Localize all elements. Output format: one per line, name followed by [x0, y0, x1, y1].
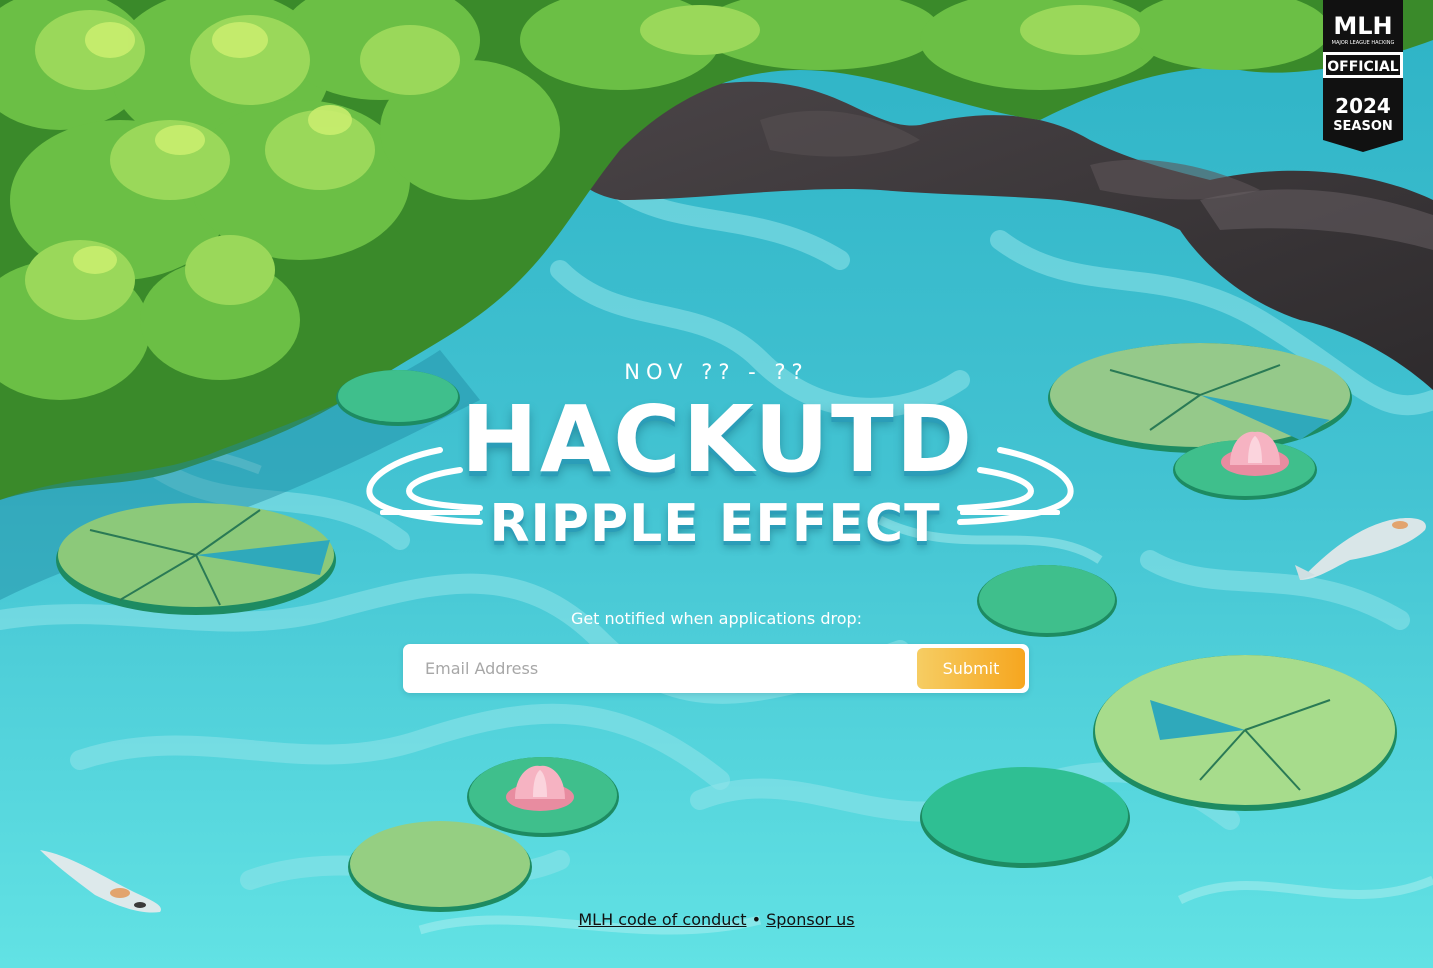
mlh-badge[interactable]: MLH MAJOR LEAGUE HACKING OFFICIAL 2024 S… — [1321, 0, 1405, 152]
mlh-year: 2024 — [1335, 94, 1391, 118]
mlh-tagline: MAJOR LEAGUE HACKING — [1332, 40, 1395, 46]
footer-separator: • — [751, 910, 762, 929]
signup-prompt: Get notified when applications drop: — [570, 609, 863, 628]
sponsor-link[interactable]: Sponsor us — [766, 910, 855, 929]
event-title: HACKUTD — [460, 386, 975, 493]
email-input[interactable] — [403, 644, 903, 693]
footer: MLH code of conduct • Sponsor us — [0, 910, 1433, 929]
mlh-season: SEASON — [1333, 119, 1393, 134]
lily-pad-bottom-center — [920, 767, 1130, 868]
lily-pad-right — [1093, 655, 1397, 811]
event-subtitle: RIPPLE EFFECT — [489, 494, 941, 554]
event-date: NOV ?? - ?? — [624, 360, 809, 384]
mlh-official: OFFICIAL — [1327, 59, 1399, 75]
lily-pad-left — [56, 503, 336, 615]
signup-form: Submit — [403, 644, 1029, 693]
code-of-conduct-link[interactable]: MLH code of conduct — [578, 910, 746, 929]
mlh-brand: MLH — [1333, 12, 1392, 40]
submit-button[interactable]: Submit — [917, 648, 1025, 689]
